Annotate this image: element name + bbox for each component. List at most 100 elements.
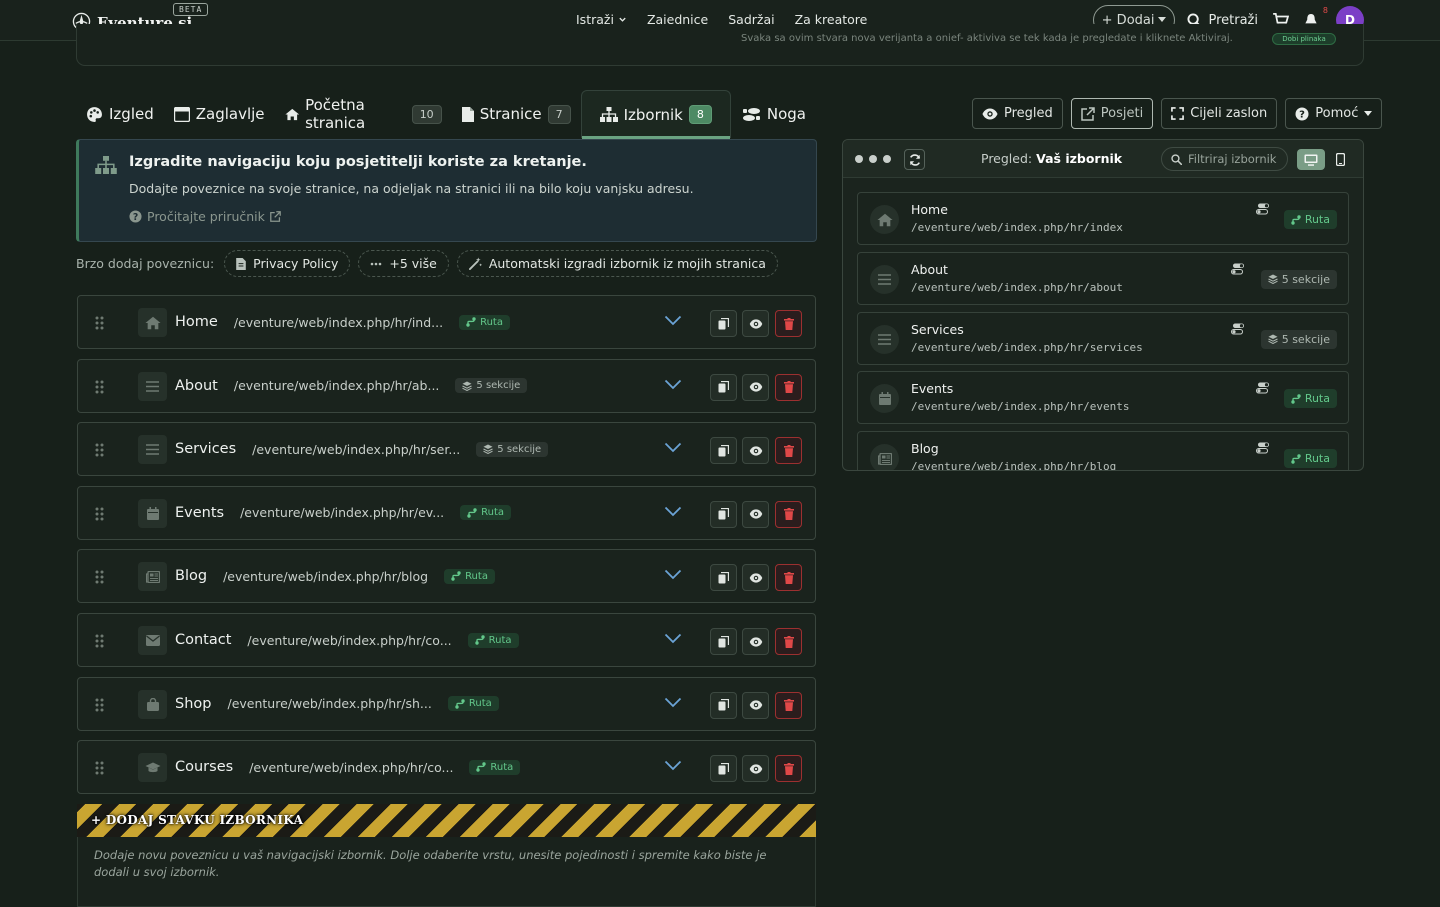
expand-menu-item-button[interactable] xyxy=(664,315,682,326)
menu-item-contact[interactable]: Contact/eventure/web/index.php/hr/co... R… xyxy=(77,613,816,667)
delete-button[interactable] xyxy=(775,628,802,655)
trash-icon xyxy=(783,444,794,457)
menu-item-blog[interactable]: Blog/eventure/web/index.php/hr/blog Ruta xyxy=(77,549,816,604)
toggle-visibility-button[interactable] xyxy=(742,564,769,592)
drag-handle[interactable] xyxy=(95,443,104,457)
expand-menu-item-button[interactable] xyxy=(664,760,682,771)
expand-menu-item-button[interactable] xyxy=(664,506,682,517)
route-icon xyxy=(1291,214,1301,225)
drag-handle[interactable] xyxy=(95,634,104,648)
duplicate-button[interactable] xyxy=(710,628,737,655)
drag-handle-icon xyxy=(95,570,104,584)
badge-label: 5 sekcije xyxy=(497,443,542,455)
duplicate-button[interactable] xyxy=(710,500,737,528)
delete-button[interactable] xyxy=(775,755,802,783)
expand-menu-item-button[interactable] xyxy=(664,442,682,453)
duplicate-button[interactable] xyxy=(710,437,737,465)
preview-item-about[interactable]: About/eventure/web/index.php/hr/about 5 s… xyxy=(857,251,1349,305)
toggle-switch-icon[interactable] xyxy=(1256,382,1270,394)
toggle-switch-icon[interactable] xyxy=(1256,442,1270,454)
toggle-visibility-button[interactable] xyxy=(742,373,769,401)
tab-zaglavlje[interactable]: Zaglavlje xyxy=(164,90,275,138)
toggle-visibility-button[interactable] xyxy=(742,691,769,719)
filter-menu-input[interactable]: Filtriraj izbornik xyxy=(1161,147,1288,171)
badge-label: Ruta xyxy=(1304,452,1330,466)
expand-menu-item-button[interactable] xyxy=(664,379,682,390)
route-icon xyxy=(451,571,461,582)
visit-label: Posjeti xyxy=(1100,106,1144,121)
mobile-view-button[interactable] xyxy=(1329,149,1351,170)
add-menu-item-button[interactable]: + DODAJ STAVKU IZBORNIKA xyxy=(77,804,816,837)
menu-item-path: /eventure/web/index.php/hr/ind... xyxy=(233,314,444,330)
drag-handle[interactable] xyxy=(95,698,104,712)
duplicate-button[interactable] xyxy=(710,310,737,337)
expand-menu-item-button[interactable] xyxy=(664,633,682,644)
delete-button[interactable] xyxy=(775,310,802,337)
duplicate-button[interactable] xyxy=(710,755,737,783)
reload-preview-button[interactable] xyxy=(904,149,925,170)
menu-item-about[interactable]: About/eventure/web/index.php/hr/ab... 5 s… xyxy=(77,358,816,413)
preview-item-title: Blog xyxy=(911,441,939,457)
quick-add-more[interactable]: +5 više xyxy=(358,250,449,277)
delete-button[interactable] xyxy=(775,373,802,401)
preview-item-events[interactable]: Events/eventure/web/index.php/hr/events R… xyxy=(857,371,1349,425)
toggle-switch-icon[interactable] xyxy=(1231,323,1245,335)
quick-add-privacy-policy[interactable]: Privacy Policy xyxy=(224,250,351,277)
drag-handle[interactable] xyxy=(95,761,104,775)
copy-icon xyxy=(718,699,729,711)
menu-item-title: Courses xyxy=(175,759,234,776)
preview-item-home[interactable]: Home/eventure/web/index.php/hr/index Ruta xyxy=(857,192,1349,245)
delete-button[interactable] xyxy=(775,500,802,528)
drag-handle-icon xyxy=(95,380,104,394)
tab-pocetna-stranica[interactable]: Početna stranica 10 xyxy=(275,90,452,138)
tab-label: Zaglavlje xyxy=(195,105,265,123)
caret-down-icon xyxy=(1364,110,1373,116)
route-badge: Ruta xyxy=(1283,389,1337,409)
route-badge: Ruta xyxy=(460,505,512,521)
manual-link[interactable]: ? Pročitajte priručnik xyxy=(129,209,281,224)
visit-button[interactable]: Posjeti xyxy=(1070,98,1154,129)
toggle-visibility-button[interactable] xyxy=(742,437,769,465)
menu-item-services[interactable]: Services/eventure/web/index.php/hr/ser..… xyxy=(77,422,816,477)
fullscreen-button[interactable]: Cijeli zaslon xyxy=(1161,98,1278,129)
toggle-visibility-button[interactable] xyxy=(742,755,769,783)
toggle-switch-icon[interactable] xyxy=(1256,203,1270,215)
tab-noga[interactable]: Noga xyxy=(731,90,816,138)
expand-menu-item-button[interactable] xyxy=(664,569,682,580)
delete-button[interactable] xyxy=(775,564,802,592)
svg-text:?: ? xyxy=(133,212,138,223)
drag-handle[interactable] xyxy=(95,570,104,584)
menu-item-home[interactable]: Home/eventure/web/index.php/hr/ind... Rut… xyxy=(77,295,816,349)
menu-item-courses[interactable]: Courses/eventure/web/index.php/hr/co... R… xyxy=(77,740,816,795)
desktop-icon xyxy=(1304,154,1318,166)
tab-count: 8 xyxy=(688,105,712,124)
tab-stranice[interactable]: Stranice 7 xyxy=(452,90,581,138)
delete-button[interactable] xyxy=(775,437,802,465)
preview-item-blog[interactable]: Blog/eventure/web/index.php/hr/blog Ruta xyxy=(857,431,1349,470)
preview-item-title: About xyxy=(911,261,948,277)
drag-handle[interactable] xyxy=(95,380,104,394)
toggle-visibility-button[interactable] xyxy=(742,628,769,655)
toggle-visibility-button[interactable] xyxy=(742,500,769,528)
tab-izgled[interactable]: Izgled xyxy=(76,90,164,138)
route-badge: Ruta xyxy=(469,759,521,775)
duplicate-button[interactable] xyxy=(710,691,737,719)
duplicate-button[interactable] xyxy=(710,373,737,401)
badge-label: Ruta xyxy=(490,761,514,773)
toggle-switch-icon[interactable] xyxy=(1231,263,1245,275)
layers-icon xyxy=(483,444,494,455)
duplicate-button[interactable] xyxy=(710,564,737,592)
desktop-view-button[interactable] xyxy=(1297,149,1325,170)
drag-handle[interactable] xyxy=(95,316,104,330)
help-dropdown-button[interactable]: ? Pomoć xyxy=(1285,98,1383,129)
tab-izbornik[interactable]: Izbornik 8 xyxy=(580,90,731,139)
preview-button[interactable]: Pregled xyxy=(972,98,1063,129)
auto-build-menu-button[interactable]: Automatski izgradi izbornik iz mojih str… xyxy=(456,250,778,277)
expand-menu-item-button[interactable] xyxy=(664,697,682,708)
toggle-visibility-button[interactable] xyxy=(742,310,769,337)
drag-handle[interactable] xyxy=(95,507,104,521)
delete-button[interactable] xyxy=(775,691,802,719)
menu-item-events[interactable]: Events/eventure/web/index.php/hr/ev... Ru… xyxy=(77,485,816,540)
menu-item-shop[interactable]: Shop/eventure/web/index.php/hr/sh... Ruta xyxy=(77,676,816,731)
preview-item-services[interactable]: Services/eventure/web/index.php/hr/servi… xyxy=(857,311,1349,365)
